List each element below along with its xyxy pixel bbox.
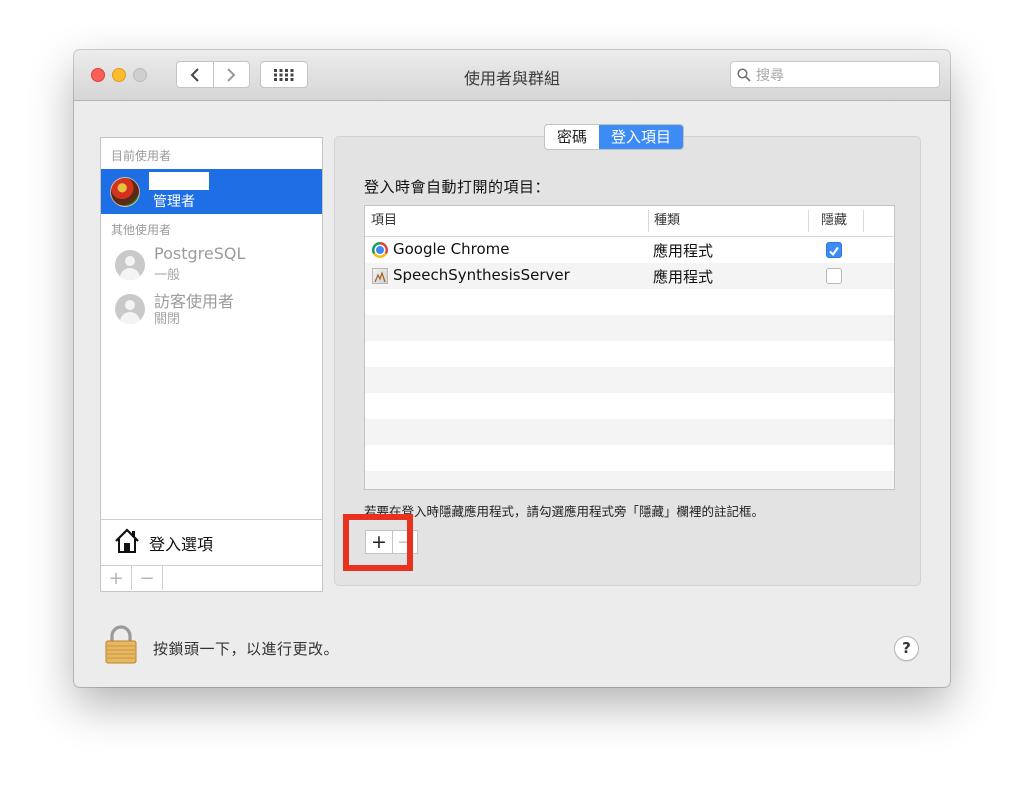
user-silhouette-icon [115, 250, 145, 280]
user-row-current[interactable]: 管理者 [101, 169, 322, 214]
column-header-item[interactable]: 項目 [371, 206, 397, 236]
table-header: 項目 種類 隱藏 [365, 206, 894, 237]
current-user-role: 管理者 [153, 194, 195, 210]
user-role: 關閉 [154, 312, 181, 327]
highlight-annotation [343, 514, 413, 571]
search-icon [737, 67, 751, 82]
table-rows: Google Chrome 應用程式 SpeechSynthesisServer… [365, 237, 894, 489]
help-button[interactable]: ? [894, 636, 919, 661]
column-header-hide[interactable]: 隱藏 [821, 206, 847, 236]
hide-checkbox[interactable] [826, 242, 842, 258]
tab-bar: 密碼 登入項目 [544, 124, 685, 150]
hide-hint-text: 若要在登入時隱藏應用程式，請勾選應用程式旁「隱藏」欄裡的註記框。 [364, 504, 765, 519]
login-options-label: 登入選項 [149, 535, 214, 554]
search-field[interactable]: 搜尋 [730, 61, 940, 88]
user-silhouette-icon [115, 294, 145, 324]
title-bar: 使用者與群組 搜尋 [74, 50, 950, 101]
redacted-user-name [149, 172, 209, 190]
column-header-kind[interactable]: 種類 [654, 206, 680, 236]
avatar [110, 177, 140, 207]
add-user-button[interactable]: + [101, 566, 132, 590]
preferences-window: 使用者與群組 搜尋 目前使用者 管理者 其他使用者 PostgreSQL 一般 … [74, 50, 950, 687]
lock-hint-text: 按鎖頭一下，以進行更改。 [153, 640, 340, 658]
search-placeholder: 搜尋 [756, 67, 784, 84]
lock-icon[interactable] [104, 625, 138, 665]
login-options-row[interactable]: 登入選項 [101, 519, 322, 565]
user-list: 目前使用者 管理者 其他使用者 PostgreSQL 一般 訪客使用者 關閉 登… [100, 137, 323, 592]
speech-synthesis-icon [372, 268, 388, 284]
user-name: PostgreSQL [154, 244, 246, 263]
user-row-guest[interactable]: 訪客使用者 關閉 [113, 288, 318, 328]
login-items-table: 項目 種類 隱藏 Google Chrome 應用程式 SpeechSynthe… [364, 205, 895, 490]
user-role: 一般 [154, 268, 181, 283]
table-row[interactable]: SpeechSynthesisServer 應用程式 [365, 263, 894, 289]
item-kind: 應用程式 [653, 268, 714, 286]
tab-password[interactable]: 密碼 [545, 125, 599, 149]
hide-checkbox[interactable] [826, 268, 842, 284]
checkmark-icon [829, 246, 839, 257]
other-users-header: 其他使用者 [111, 223, 172, 237]
table-row[interactable]: Google Chrome 應用程式 [365, 237, 894, 263]
chrome-icon [372, 242, 388, 258]
item-name: SpeechSynthesisServer [393, 266, 570, 284]
remove-user-button[interactable]: − [132, 566, 163, 590]
house-icon [115, 528, 139, 553]
user-row-postgresql[interactable]: PostgreSQL 一般 [113, 244, 318, 284]
user-list-toolbar: + − [101, 565, 322, 591]
item-kind: 應用程式 [653, 242, 714, 260]
tab-login-items[interactable]: 登入項目 [599, 125, 684, 149]
item-name: Google Chrome [393, 240, 510, 258]
current-users-header: 目前使用者 [111, 149, 172, 163]
login-items-heading: 登入時會自動打開的項目： [364, 178, 551, 196]
